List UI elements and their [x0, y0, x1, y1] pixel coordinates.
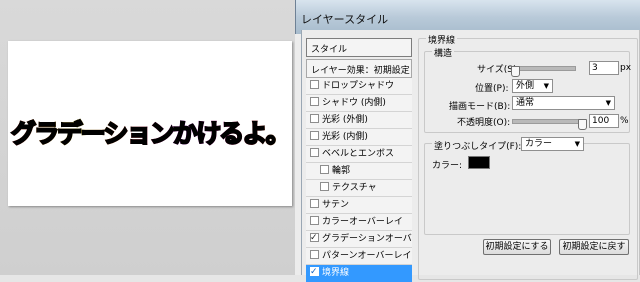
make-default-button[interactable]: 初期設定にする — [483, 239, 551, 255]
checkbox[interactable] — [320, 165, 329, 174]
style-item-inner-shadow[interactable]: シャドウ (内側) — [306, 95, 412, 112]
opacity-slider-thumb[interactable] — [578, 119, 587, 130]
stroke-color-swatch[interactable] — [468, 156, 490, 169]
stroke-group-title: 境界線 — [426, 33, 458, 46]
opacity-unit: % — [620, 116, 629, 126]
position-value: 外側 — [516, 81, 535, 91]
fill-type-label: 塗りつぶしタイプ(F): — [432, 139, 524, 152]
checkbox[interactable] — [310, 80, 319, 89]
opacity-input[interactable]: 100 — [589, 114, 619, 128]
style-item-label: 境界線 — [322, 268, 350, 278]
style-item-label: サテン — [322, 200, 350, 210]
style-item-label: 光彩 (内側) — [322, 132, 368, 142]
style-item-drop-shadow[interactable]: ドロップシャドウ — [306, 78, 412, 95]
fill-type-select[interactable]: カラー ▼ — [521, 137, 584, 151]
style-item-texture[interactable]: テクスチャ — [306, 180, 412, 197]
checkbox[interactable] — [310, 131, 319, 140]
checkbox[interactable] — [310, 148, 319, 157]
position-label: 位置(P): — [475, 84, 509, 94]
style-item-label: グラデーションオーバーレイ — [322, 234, 412, 244]
position-select[interactable]: 外側 ▼ — [512, 79, 553, 93]
opacity-label: 不透明度(O): — [457, 118, 511, 128]
style-item-label: テクスチャ — [332, 183, 377, 193]
blending-options-header[interactable]: レイヤー効果：初期設定 — [306, 59, 412, 78]
chevron-down-icon: ▼ — [574, 140, 580, 148]
dialog-titlebar[interactable]: レイヤースタイル — [295, 0, 640, 34]
checkbox[interactable] — [310, 216, 319, 225]
style-item-gradient-overlay[interactable]: グラデーションオーバーレイ — [306, 231, 412, 248]
style-item-label: 輪郭 — [332, 166, 351, 176]
reset-to-default-button[interactable]: 初期設定に戻す — [559, 239, 629, 255]
opacity-slider[interactable] — [512, 119, 582, 124]
dialog-client: スタイル レイヤー効果：初期設定 ドロップシャドウ シャドウ (内側) 光彩 (… — [301, 30, 640, 282]
chevron-down-icon: ▼ — [605, 99, 611, 107]
style-item-label: パターンオーバーレイ — [322, 251, 412, 261]
checkbox[interactable] — [320, 182, 329, 191]
layer-style-dialog: レイヤースタイル スタイル レイヤー効果：初期設定 ドロップシャドウ シャドウ … — [295, 0, 640, 282]
size-slider-thumb[interactable] — [511, 66, 520, 77]
size-slider[interactable] — [512, 66, 576, 71]
style-item-label: カラーオーバーレイ — [322, 217, 403, 227]
style-item-outer-glow[interactable]: 光彩 (外側) — [306, 112, 412, 129]
color-label: カラー: — [432, 161, 463, 171]
style-item-satin[interactable]: サテン — [306, 197, 412, 214]
checkbox[interactable] — [310, 114, 319, 123]
style-item-bevel-emboss[interactable]: ベベルとエンボス — [306, 146, 412, 163]
style-item-inner-glow[interactable]: 光彩 (内側) — [306, 129, 412, 146]
style-item-label: ドロップシャドウ — [322, 81, 395, 91]
style-item-label: 光彩 (外側) — [322, 115, 368, 125]
checkbox[interactable] — [310, 199, 319, 208]
checkbox-checked[interactable] — [310, 231, 319, 246]
style-item-label: シャドウ (内側) — [322, 98, 386, 108]
checkbox[interactable] — [310, 250, 319, 259]
style-item-contour[interactable]: 輪郭 — [306, 163, 412, 180]
fill-type-group — [424, 143, 630, 235]
size-input[interactable]: 3 — [589, 61, 619, 75]
style-item-label: ベベルとエンボス — [322, 149, 395, 159]
style-list: スタイル レイヤー効果：初期設定 ドロップシャドウ シャドウ (内側) 光彩 (… — [306, 38, 412, 282]
styles-header[interactable]: スタイル — [306, 38, 412, 57]
dialog-title: レイヤースタイル — [301, 13, 389, 26]
chevron-down-icon: ▼ — [543, 82, 549, 90]
fill-type-value: カラー — [525, 139, 553, 149]
document-canvas[interactable]: グラデーションかけるよ。 — [8, 41, 292, 206]
size-unit: px — [620, 63, 632, 73]
blend-mode-value: 通常 — [516, 98, 535, 108]
blend-mode-label: 描画モード(B): — [449, 102, 511, 112]
sample-text: グラデーションかけるよ。 — [10, 114, 292, 150]
style-item-stroke[interactable]: 境界線 — [306, 265, 412, 282]
checkbox[interactable] — [310, 97, 319, 106]
style-item-color-overlay[interactable]: カラーオーバーレイ — [306, 214, 412, 231]
style-item-pattern-overlay[interactable]: パターンオーバーレイ — [306, 248, 412, 265]
structure-group-title: 構造 — [432, 46, 455, 59]
blend-mode-select[interactable]: 通常 ▼ — [512, 96, 615, 110]
